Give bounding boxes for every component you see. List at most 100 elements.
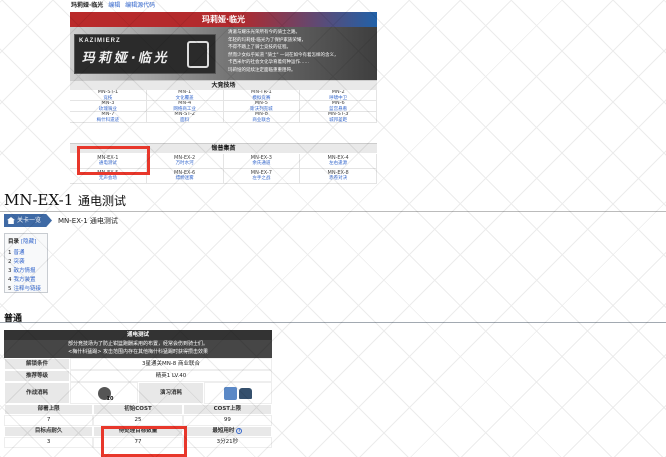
practice-ticket-icon — [224, 386, 237, 400]
toc-item[interactable]: 5 注释与链接 — [8, 285, 44, 294]
stage-link[interactable]: MN-ST-1 竞技 — [70, 90, 147, 101]
page-title-code: MN-EX-1 — [4, 191, 74, 209]
stage-link[interactable]: MN-EX-3 余氏通道 — [223, 154, 301, 169]
unlock-row: 解锁条件 3星通关MN-8 商业联合 — [4, 358, 272, 370]
event-description: 清澈与耀乐光荣所有今的骑士之路。 年轻的玛莉娅·临光为了保护家族荣耀， 不得不踏… — [228, 29, 373, 75]
stage-link[interactable]: MN-7 梅什科遗迹 — [70, 112, 147, 123]
cost-limit-value: 99 — [182, 415, 272, 426]
stage-link[interactable]: MN-EX-6 缥缈迷雾 — [146, 169, 224, 184]
toc-item[interactable]: 2 突袭 — [8, 258, 44, 267]
stage-name: 缥缈迷雾 — [175, 176, 194, 181]
event-banner: KAZIMIERZ 玛莉娅·临光 清澈与耀乐光荣所有今的骑士之路。 年轻的玛莉娅… — [70, 27, 377, 80]
breadcrumb-home-label: 关卡一览 — [17, 217, 42, 224]
event-description-line: 年轻的玛莉娅·临光为了保护家族荣耀， — [228, 37, 306, 43]
stage-link[interactable]: MN-ST-3 城邦差距 — [300, 112, 377, 123]
event-description-line: 玛莉娅的延续注定面临重重阻碍。 — [228, 67, 296, 73]
main-stages-grid: MN-ST-1 竞技 MN-1 文化覆盖 MN-TR-1 模拟竞赛 MN-2 呼啸中卫 … — [70, 90, 377, 123]
enemy-icon — [239, 387, 252, 399]
stage-description-line: <梅什科猛踢> 攻击范围内存在其他梅什科猛踢时获得攒击效果 — [68, 348, 208, 355]
sanity-cell: 10 — [70, 382, 138, 404]
event-description-line: 卡西米尔的社会文化孕育着何种运作…… — [228, 60, 309, 66]
event-logo: KAZIMIERZ 玛莉娅·临光 — [74, 34, 216, 74]
initial-cost-value: 25 — [93, 415, 183, 426]
stage-link[interactable]: MN-6 蓝宫悬看 — [300, 101, 377, 112]
event-page-header: 玛莉娅·临光 编辑 编辑源代码 — [68, 0, 379, 12]
stage-name: 无声会场 — [98, 176, 117, 181]
main-stages-header: 大竞技场 — [70, 80, 377, 90]
home-icon — [7, 217, 15, 224]
event-description-line: 然而少女似乎知道 "骑士" 一词在如今有着怎样的含义， — [228, 52, 339, 58]
stage-link[interactable]: MN-TR-1 模拟竞赛 — [223, 90, 301, 101]
page-title: MN-EX-1 通电测试 — [4, 191, 126, 209]
ex-stages-header: 锻普集首 — [70, 143, 377, 153]
enemy-count-label: 待处理目标数量 — [93, 426, 183, 437]
cost-limit-label: COST上限 — [182, 404, 272, 415]
toc-item-label: 我方装置 — [13, 277, 36, 283]
stage-name: 商业联合 — [252, 117, 271, 123]
stage-wiki-page: MN-EX-1 通电测试 关卡一览 MN-EX-1 通电测试 目录 [隐藏] 1… — [0, 190, 666, 457]
breadcrumb-current: MN-EX-1 通电测试 — [58, 216, 118, 225]
table-of-contents: 目录 [隐藏] 1 普通 2 突袭 3 敌方情报 4 我方装置 5 注释与链接 — [4, 233, 48, 293]
objective-hp-label: 目标点耐久 — [4, 426, 94, 437]
stats-value-row-2: 3 77 3分21秒 — [4, 437, 272, 448]
stage-name: 余氏通道 — [252, 161, 271, 166]
stage-name-header: 通电测试 — [4, 330, 272, 340]
stage-link[interactable]: MN-4 网络商工业 — [146, 101, 224, 112]
fastest-time-value: 3分21秒 — [182, 437, 272, 448]
stage-description-line: 部分竞技场为了防止钳篮跑酬采用的布置，经常会伤到骑士们。 — [67, 341, 208, 347]
sanity-value: 10 — [106, 395, 114, 402]
sanity-label: 作战消耗 — [4, 382, 70, 404]
toc-item-number: 3 — [8, 268, 12, 274]
toc-item[interactable]: 1 普通 — [8, 249, 44, 258]
toc-item-label: 普通 — [13, 250, 25, 256]
deploy-limit-label: 部署上限 — [4, 404, 94, 415]
deploy-limit-value: 7 — [4, 415, 94, 426]
event-logo-text-en: KAZIMIERZ — [79, 38, 121, 44]
toc-item-label: 敌方情报 — [13, 268, 36, 274]
toc-item-number: 2 — [8, 259, 12, 265]
level-value: 精英1 LV.40 — [70, 370, 272, 382]
event-description-line: 不得不踏上了骑士竞技的征程。 — [228, 45, 291, 51]
stage-link[interactable]: MN-EX-1 通电测试 — [70, 154, 147, 169]
stage-link[interactable]: MN-EX-4 左右逢源 — [300, 154, 377, 169]
stage-link[interactable]: MN-5 斯沃列克城 — [223, 101, 301, 112]
toc-item-number: 1 — [8, 250, 12, 256]
stage-link[interactable]: MN-8 商业联合 — [223, 112, 301, 123]
practice-cell — [204, 382, 272, 404]
toc-item-number: 5 — [8, 286, 12, 292]
stage-name: 面料 — [180, 117, 190, 123]
stage-name: 左右逢源 — [329, 161, 348, 166]
initial-cost-label: 初始COST — [93, 404, 183, 415]
stage-link[interactable]: MN-ST-2 面料 — [146, 112, 224, 123]
stage-link[interactable]: MN-EX-5 无声会场 — [70, 169, 147, 184]
toc-item[interactable]: 4 我方装置 — [8, 276, 44, 285]
recommended-level-row: 推荐等级 精英1 LV.40 — [4, 370, 272, 382]
stage-link[interactable]: MN-1 文化覆盖 — [146, 90, 224, 101]
toc-item-label: 注释与链接 — [13, 286, 42, 292]
event-page-name: 玛莉娅·临光 — [71, 2, 104, 9]
event-description-line: 清澈与耀乐光荣所有今的骑士之路。 — [228, 30, 300, 35]
edit-source-link[interactable]: 编辑源代码 — [125, 2, 155, 9]
stats-header-row-1: 部署上限 初始COST COST上限 — [4, 404, 272, 415]
edit-link[interactable]: 编辑 — [108, 2, 120, 9]
stage-link[interactable]: MN-EX-8 赤卷对决 — [300, 169, 377, 184]
stage-link[interactable]: MN-3 玫瑰骑业 — [70, 101, 147, 112]
toc-toggle[interactable]: [隐藏] — [21, 239, 36, 245]
stage-name: 赤卷对决 — [329, 176, 348, 181]
stage-description: 部分竞技场为了防止钳篮跑酬采用的布置，经常会伤到骑士们。 <梅什科猛踢> 攻击范… — [4, 340, 272, 358]
stage-link[interactable]: MN-2 呼啸中卫 — [300, 90, 377, 101]
toc-item[interactable]: 3 敌方情报 — [8, 267, 44, 276]
toc-header: 目录 [隐藏] — [8, 237, 44, 245]
stage-link[interactable]: MN-EX-2 万时水河 — [146, 154, 224, 169]
event-page-panel: 玛莉娅·临光 编辑 编辑源代码 玛莉娅·临光 KAZIMIERZ 玛莉娅·临光 … — [68, 0, 379, 190]
enemy-count-value: 77 — [93, 437, 183, 448]
stage-link[interactable]: MN-EX-7 左手之战 — [223, 169, 301, 184]
title-divider — [0, 211, 666, 212]
fastest-time-label: 最短用时 ? — [182, 426, 272, 437]
breadcrumb-home[interactable]: 关卡一览 — [4, 214, 52, 227]
stage-name: 万时水河 — [175, 161, 194, 166]
help-icon[interactable]: ? — [236, 427, 243, 434]
unlock-value: 3星通关MN-8 商业联合 — [70, 358, 272, 370]
objective-hp-value: 3 — [4, 437, 94, 448]
kazimierz-emblem-icon — [187, 41, 209, 68]
